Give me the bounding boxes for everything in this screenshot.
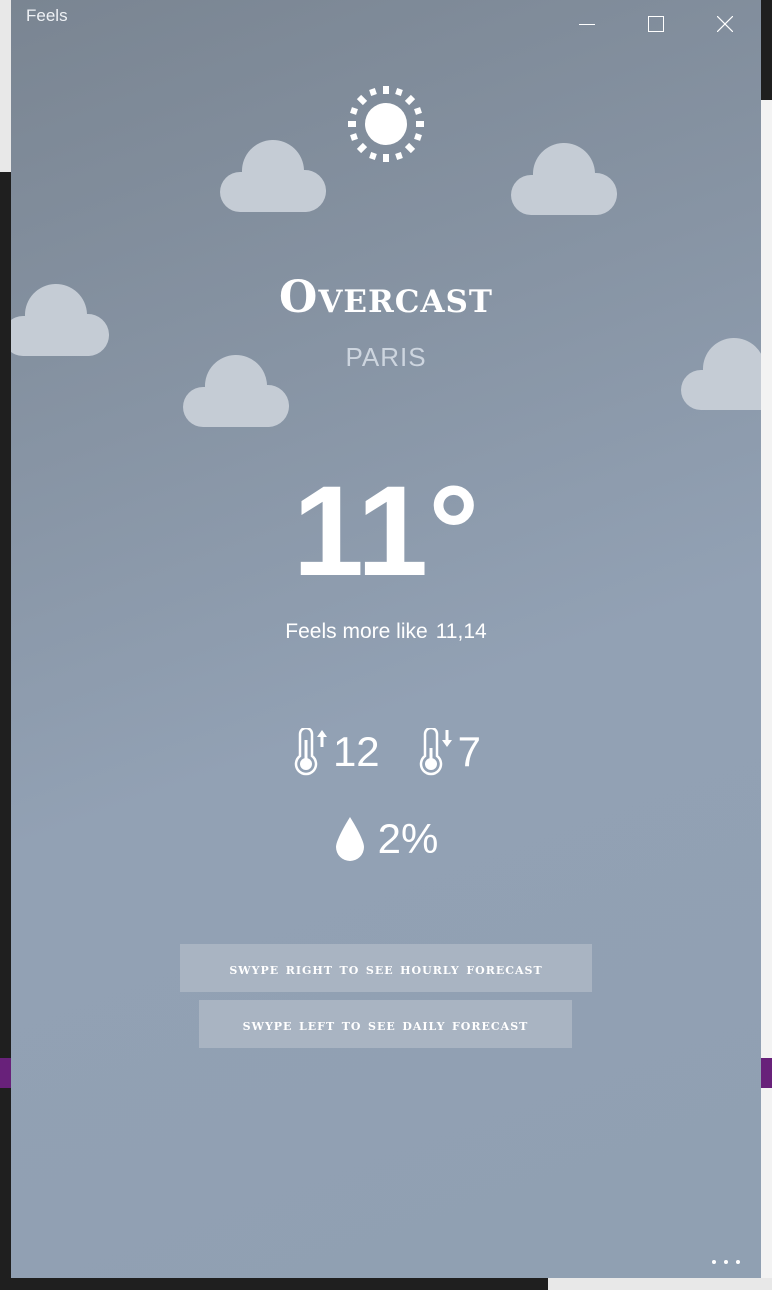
city-name: PARIS — [345, 342, 427, 372]
sun-icon — [346, 84, 426, 168]
close-button[interactable] — [691, 0, 759, 48]
maximize-button[interactable] — [622, 0, 690, 48]
precipitation: 2% — [11, 815, 761, 863]
feels-like-label: Feels more like — [285, 620, 428, 643]
max-temperature-value: 12 — [332, 728, 380, 775]
app-window: Feels Overcast PARIS 11° Feels more like… — [11, 0, 761, 1278]
thermometer-down-icon — [419, 728, 452, 776]
feels-like: Feels more like 11,14 — [11, 620, 761, 644]
min-temperature-value: 7 — [457, 728, 482, 775]
daily-forecast-hint-button[interactable]: swype left to see daily forecast — [199, 1000, 572, 1048]
ellipsis-icon — [712, 1260, 716, 1264]
min-temperature: 7 — [416, 728, 481, 776]
hourly-forecast-hint-button[interactable]: swype right to see hourly forecast — [180, 944, 592, 992]
minimize-button[interactable] — [553, 0, 621, 48]
weather-condition: Overcast — [279, 272, 493, 323]
min-max-temperatures: 12 7 — [11, 728, 761, 776]
maximize-icon — [648, 16, 664, 32]
max-temperature: 12 — [291, 728, 380, 776]
desktop-background-bottom — [0, 1278, 772, 1290]
title-bar[interactable]: Feels — [11, 0, 761, 48]
current-temperature: 11° — [292, 460, 480, 603]
cloud-icon — [511, 133, 617, 215]
more-options-button[interactable] — [701, 1250, 751, 1274]
feels-like-value: 11,14 — [435, 620, 487, 643]
app-title: Feels — [26, 6, 68, 25]
raindrop-icon — [335, 817, 364, 861]
close-icon — [717, 16, 733, 32]
thermometer-up-icon — [294, 728, 327, 776]
desktop-background-right — [760, 0, 772, 1290]
precipitation-value: 2% — [377, 815, 439, 862]
minimize-icon — [579, 24, 595, 25]
cloud-icon — [220, 130, 326, 212]
